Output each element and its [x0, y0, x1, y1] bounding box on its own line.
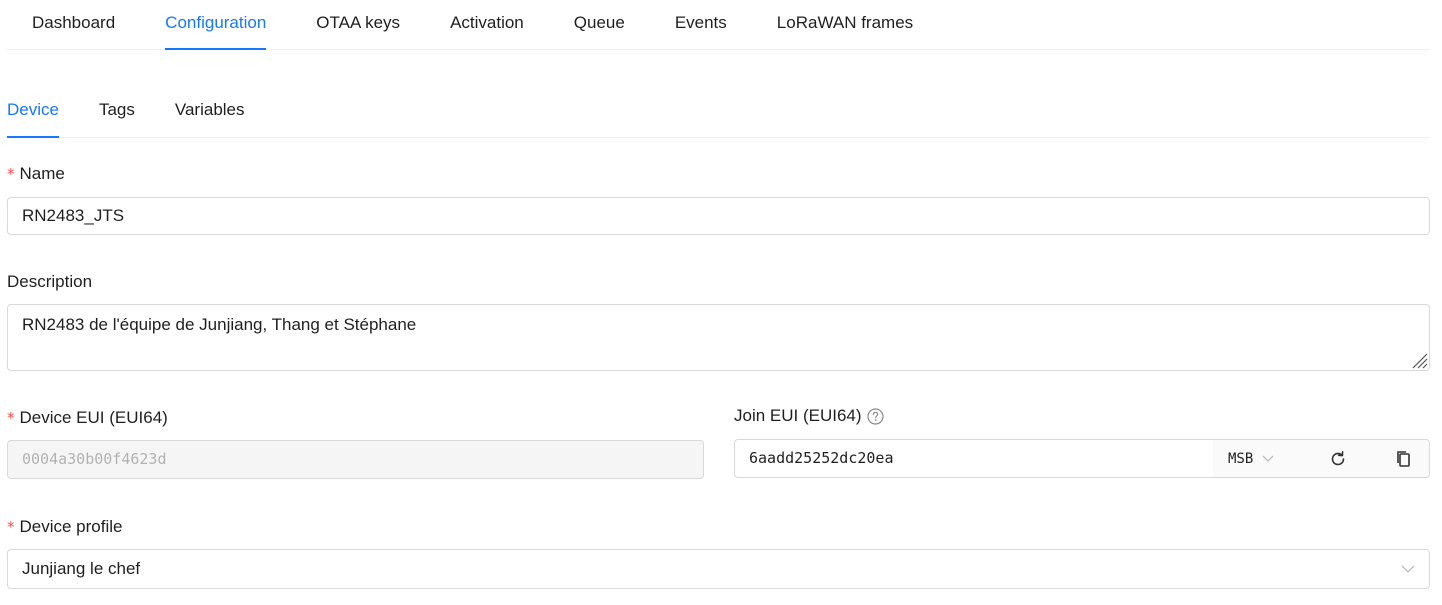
join-eui-addons: MSB: [1213, 439, 1430, 478]
reload-icon: [1331, 450, 1345, 465]
tab-otaa-keys[interactable]: OTAA keys: [291, 0, 425, 49]
byte-order-select[interactable]: MSB: [1213, 451, 1303, 467]
device-eui-label: * Device EUI (EUI64): [7, 407, 168, 429]
config-tab-bar: Device Tags Variables: [7, 88, 1430, 138]
device-eui-label-text: Device EUI (EUI64): [19, 408, 168, 427]
name-label-text: Name: [19, 164, 65, 183]
device-configuration-page: Dashboard Configuration OTAA keys Activa…: [0, 0, 1442, 605]
tab-queue[interactable]: Queue: [549, 0, 650, 49]
tab-device[interactable]: Device: [7, 88, 59, 138]
device-profile-label: * Device profile: [7, 516, 123, 538]
tab-events[interactable]: Events: [650, 0, 752, 49]
description-text: RN2483 de l'équipe de Junjiang, Thang et…: [22, 315, 417, 334]
main-tab-bar: Dashboard Configuration OTAA keys Activa…: [7, 0, 1430, 50]
copy-icon: [1397, 450, 1410, 467]
join-eui-label: Join EUI (EUI64): [734, 405, 884, 427]
regenerate-button[interactable]: [1315, 440, 1361, 478]
device-profile-value: Junjiang le chef: [22, 559, 141, 578]
name-input[interactable]: RN2483_JTS: [7, 197, 1430, 235]
description-textarea[interactable]: RN2483 de l'équipe de Junjiang, Thang et…: [7, 304, 1430, 371]
chevron-down-icon: [1401, 565, 1415, 573]
tab-dashboard[interactable]: Dashboard: [7, 0, 140, 49]
resize-handle-icon[interactable]: [1410, 351, 1428, 369]
tab-lorawan-frames[interactable]: LoRaWAN frames: [752, 0, 938, 49]
device-profile-label-text: Device profile: [19, 517, 123, 536]
question-circle-icon[interactable]: [866, 407, 884, 425]
required-asterisk: *: [7, 165, 15, 183]
chevron-down-icon: [1262, 455, 1274, 462]
tab-configuration[interactable]: Configuration: [140, 0, 291, 50]
required-asterisk: *: [7, 409, 15, 427]
copy-button[interactable]: [1381, 440, 1427, 478]
byte-order-value: MSB: [1228, 450, 1254, 467]
description-label: Description: [7, 272, 93, 291]
device-eui-input: 0004a30b00f4623d: [7, 440, 704, 479]
device-profile-select[interactable]: Junjiang le chef: [7, 549, 1430, 589]
name-label: * Name: [7, 163, 65, 185]
tab-variables[interactable]: Variables: [175, 88, 245, 137]
tab-activation[interactable]: Activation: [425, 0, 549, 49]
tab-tags[interactable]: Tags: [99, 88, 135, 137]
join-eui-label-text: Join EUI (EUI64): [734, 406, 862, 425]
required-asterisk: *: [7, 518, 15, 536]
join-eui-input[interactable]: 6aadd25252dc20ea: [734, 439, 1214, 478]
